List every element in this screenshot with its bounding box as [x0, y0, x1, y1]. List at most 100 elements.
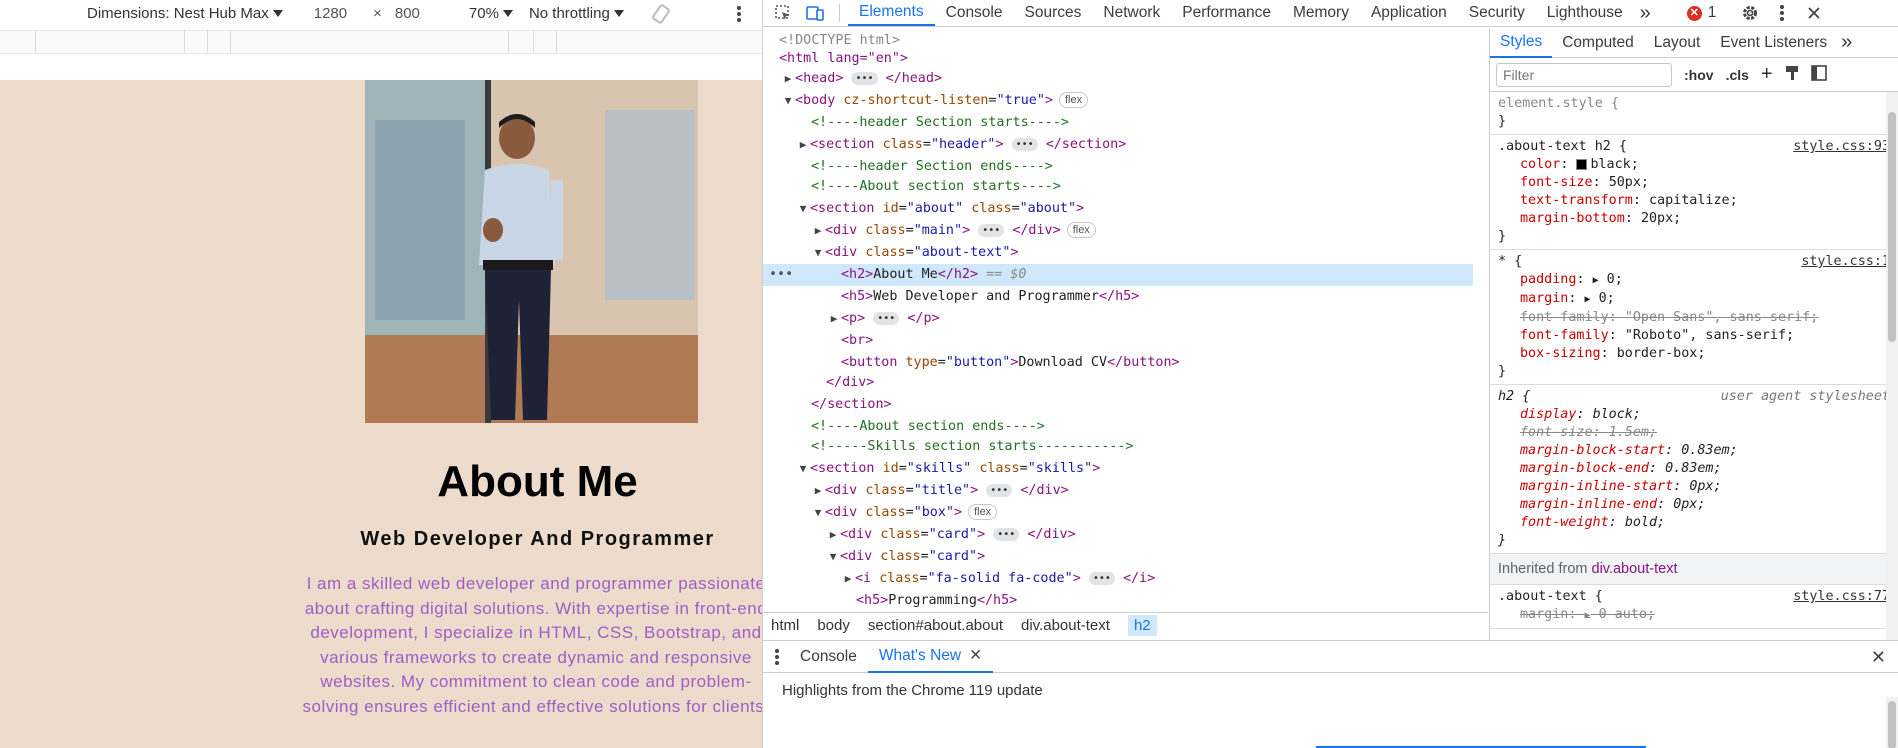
inspect-element-icon[interactable]: [767, 0, 799, 26]
node-actions-icon[interactable]: •••: [769, 264, 793, 286]
css-declaration[interactable]: font-size: 50px;: [1498, 174, 1892, 192]
collapse-arrow-icon[interactable]: ▼: [811, 242, 825, 264]
collapse-arrow-icon[interactable]: ▼: [796, 458, 810, 480]
close-drawer-icon[interactable]: ✕: [1871, 647, 1886, 668]
dom-node[interactable]: ▶ <div class="title"> ••• </div>: [763, 480, 1473, 502]
ellipsis-icon[interactable]: •••: [873, 311, 900, 325]
breadcrumb-item[interactable]: body: [817, 617, 850, 634]
device-width-input[interactable]: 1280: [314, 5, 347, 22]
dom-node[interactable]: ▼ <section id="skills" class="skills">: [763, 458, 1473, 480]
dom-node[interactable]: </section>: [763, 394, 1473, 416]
color-swatch-icon[interactable]: [1576, 158, 1588, 170]
collapse-arrow-icon[interactable]: ▼: [811, 502, 825, 524]
more-tabs-icon[interactable]: »: [1837, 28, 1856, 58]
expand-arrow-icon[interactable]: ▶: [1585, 610, 1591, 621]
dom-node[interactable]: <button type="button">Download CV</butto…: [763, 352, 1473, 374]
flex-badge[interactable]: flex: [968, 504, 998, 520]
dom-node[interactable]: <!----header Section ends---->: [763, 156, 1473, 178]
expand-arrow-icon[interactable]: ▶: [827, 308, 841, 330]
scroll-thumb[interactable]: [1888, 112, 1896, 342]
css-declaration[interactable]: box-sizing: border-box;: [1498, 345, 1892, 363]
dom-node[interactable]: ▼ <div class="card">: [763, 546, 1473, 568]
paint-brush-icon[interactable]: [1785, 65, 1799, 84]
dom-node[interactable]: <h5>Programming</h5>: [763, 590, 1473, 608]
sidebar-toggle-icon[interactable]: [1810, 65, 1827, 84]
rule-source-link[interactable]: style.css:1: [1801, 253, 1890, 271]
tab-application[interactable]: Application: [1360, 0, 1458, 26]
dom-node[interactable]: ▶ <i class="fa-solid fa-code"> ••• </i>: [763, 568, 1473, 590]
zoom-select[interactable]: 70%: [469, 5, 513, 22]
flex-badge[interactable]: flex: [1059, 92, 1089, 108]
media-query-ruler[interactable]: [0, 30, 763, 54]
css-rule[interactable]: .about-text h2 { style.css:93 color: bla…: [1490, 135, 1898, 250]
throttle-select[interactable]: No throttling: [529, 5, 624, 22]
styles-scrollbar[interactable]: [1886, 92, 1898, 640]
dom-node[interactable]: ▼ <body cz-shortcut-listen="true"> flex: [763, 90, 1473, 112]
tab-lighthouse[interactable]: Lighthouse: [1536, 0, 1634, 26]
tab-layout[interactable]: Layout: [1644, 28, 1711, 58]
ellipsis-icon[interactable]: •••: [993, 527, 1020, 541]
css-declaration[interactable]: margin: ▶ 0;: [1498, 290, 1892, 309]
scroll-thumb[interactable]: [1888, 701, 1896, 748]
dom-node[interactable]: <!----header Section starts---->: [763, 112, 1473, 134]
dom-node[interactable]: ▼ <section id="about" class="about">: [763, 198, 1473, 220]
css-rule-user-agent[interactable]: h2 { user agent stylesheet display: bloc…: [1490, 385, 1898, 554]
breadcrumb-item[interactable]: section#about.about: [868, 617, 1003, 634]
rule-source-link[interactable]: style.css:93: [1793, 138, 1890, 156]
tab-performance[interactable]: Performance: [1171, 0, 1282, 26]
ellipsis-icon[interactable]: •••: [978, 223, 1005, 237]
styles-filter-input[interactable]: Filter: [1496, 62, 1672, 87]
css-rule[interactable]: .about-text { style.css:77 margin: ▶ 0 a…: [1490, 585, 1898, 629]
dom-node[interactable]: <br>: [763, 330, 1473, 352]
drawer-tab-whats-new[interactable]: What's New ✕: [867, 641, 994, 673]
close-devtools-icon[interactable]: [1798, 0, 1830, 26]
dom-node[interactable]: <html lang="en">: [763, 48, 1473, 70]
dom-tree[interactable]: <!DOCTYPE html> <html lang="en"> ▶ <head>…: [763, 28, 1473, 608]
dom-node[interactable]: ▶ <div class="main"> ••• </div> flex: [763, 220, 1473, 242]
expand-arrow-icon[interactable]: ▶: [811, 480, 825, 502]
drawer-tab-console[interactable]: Console: [789, 641, 868, 673]
expand-arrow-icon[interactable]: ▶: [796, 134, 810, 156]
rotate-icon[interactable]: [650, 3, 672, 25]
expand-arrow-icon[interactable]: ▶: [1585, 294, 1591, 305]
css-declaration[interactable]: text-transform: capitalize;: [1498, 192, 1892, 210]
tab-network[interactable]: Network: [1092, 0, 1171, 26]
dom-node[interactable]: <!----About section ends---->: [763, 416, 1473, 438]
expand-arrow-icon[interactable]: ▶: [1593, 275, 1599, 286]
tab-elements[interactable]: Elements: [848, 0, 935, 26]
tab-security[interactable]: Security: [1458, 0, 1536, 26]
inherited-link[interactable]: div.about-text: [1592, 561, 1678, 577]
drawer-scrollbar[interactable]: [1886, 697, 1898, 748]
expand-arrow-icon[interactable]: ▶: [811, 220, 825, 242]
dom-node-selected[interactable]: ••• <h2>About Me</h2> == $0: [763, 264, 1473, 286]
tab-event-listeners[interactable]: Event Listeners: [1710, 28, 1837, 58]
device-height-input[interactable]: 800: [395, 5, 420, 22]
ellipsis-icon[interactable]: •••: [1011, 137, 1038, 151]
dom-node[interactable]: ▼ <div class="box"> flex: [763, 502, 1473, 524]
tab-styles[interactable]: Styles: [1490, 28, 1553, 58]
tab-memory[interactable]: Memory: [1282, 0, 1360, 26]
more-options-icon[interactable]: [736, 5, 742, 23]
css-declaration[interactable]: padding: ▶ 0;: [1498, 271, 1892, 290]
close-tab-icon[interactable]: ✕: [969, 646, 982, 665]
css-rule-element-style[interactable]: element.style { }: [1490, 92, 1898, 135]
ellipsis-icon[interactable]: •••: [986, 483, 1013, 497]
tab-computed[interactable]: Computed: [1552, 28, 1644, 58]
dom-node[interactable]: <h5>Web Developer and Programmer</h5>: [763, 286, 1473, 308]
breadcrumb-item-active[interactable]: h2: [1127, 615, 1157, 636]
dom-node[interactable]: ▶ <head> ••• </head>: [763, 68, 1473, 90]
dom-node[interactable]: </div>: [763, 372, 1473, 394]
new-rule-button[interactable]: +: [1761, 63, 1773, 86]
more-tabs-icon[interactable]: »: [1634, 0, 1657, 26]
collapse-arrow-icon[interactable]: ▼: [796, 198, 810, 220]
css-declaration-overridden[interactable]: font-family: "Open Sans", sans-serif;: [1498, 309, 1892, 327]
css-declaration[interactable]: color: black;: [1498, 156, 1892, 174]
dom-node[interactable]: ▼ <div class="about-text">: [763, 242, 1473, 264]
dom-node[interactable]: ▶ <div class="card"> ••• </div>: [763, 524, 1473, 546]
class-toggle[interactable]: .cls: [1726, 67, 1749, 83]
expand-arrow-icon[interactable]: ▶: [841, 568, 855, 590]
dom-node[interactable]: ▶ <section class="header"> ••• </section>: [763, 134, 1473, 156]
drawer-menu-icon[interactable]: [765, 648, 789, 666]
css-declaration[interactable]: margin-bottom: 20px;: [1498, 210, 1892, 228]
rule-source-link[interactable]: style.css:77: [1793, 588, 1890, 606]
